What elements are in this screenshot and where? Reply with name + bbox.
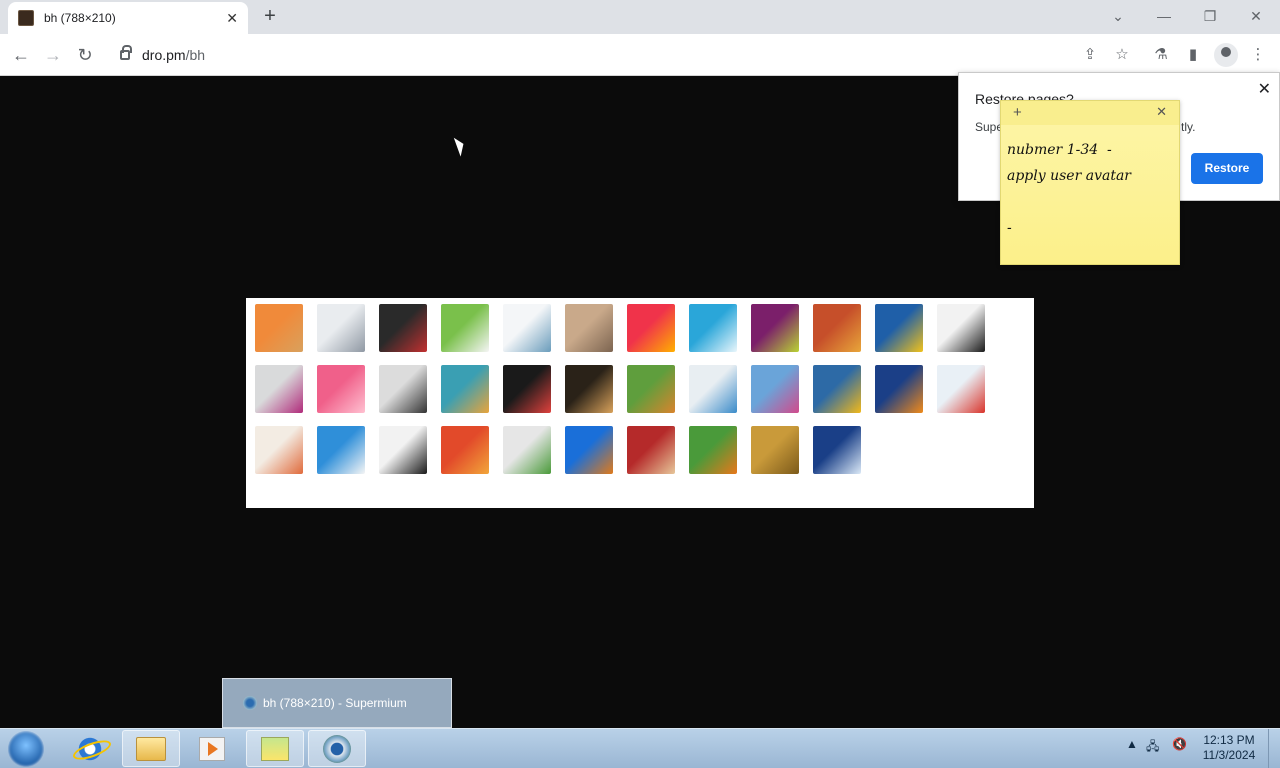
avatar-thumbnail-crayons[interactable] xyxy=(255,365,303,413)
avatar-thumbnail-lucky-cat[interactable] xyxy=(441,304,489,352)
avatar-thumbnail-dog[interactable] xyxy=(937,304,985,352)
internet-explorer-button[interactable] xyxy=(61,730,119,767)
forward-icon[interactable]: → xyxy=(41,43,65,67)
avatar-thumbnail-sunflower[interactable] xyxy=(813,365,861,413)
avatar-thumbnail-robot[interactable] xyxy=(317,304,365,352)
screen: bh (788×210) ✕ + ⌄ — ❐ ✕ ← → ↻ dro.pm/bh… xyxy=(0,0,1280,768)
close-note-icon[interactable]: ✕ xyxy=(1156,104,1167,120)
avatar-thumbnail-kitten[interactable] xyxy=(565,304,613,352)
show-desktop-button[interactable] xyxy=(1268,729,1280,768)
taskbar-preview[interactable]: bh (788×210) - Supermium xyxy=(222,678,452,728)
avatar-thumbnail-leaf[interactable] xyxy=(875,304,923,352)
avatar-thumbnail-star[interactable] xyxy=(317,365,365,413)
browser-tab[interactable]: bh (788×210) ✕ xyxy=(8,2,248,34)
avatar-thumbnail-lantern[interactable] xyxy=(813,426,861,474)
browser-toolbar: ← → ↻ dro.pm/bh ⇪ ☆ ⚗ ▮ ⋮ xyxy=(0,34,1280,76)
close-window-icon[interactable]: ✕ xyxy=(1244,4,1268,28)
reload-icon[interactable]: ↻ xyxy=(73,43,97,67)
show-hidden-icons[interactable]: ▲ xyxy=(1126,737,1138,751)
media-player-button[interactable] xyxy=(183,730,241,767)
folder-icon xyxy=(136,736,166,761)
avatar-thumbnail-fish[interactable] xyxy=(875,365,923,413)
avatar-thumbnail-butterfly[interactable] xyxy=(689,426,737,474)
share-icon[interactable]: ⇪ xyxy=(1078,43,1102,67)
clock-time: 12:13 PM xyxy=(1203,733,1255,747)
avatar-thumbnail-sailboat[interactable] xyxy=(317,426,365,474)
volume-muted-icon[interactable]: 🔇 xyxy=(1172,737,1187,751)
file-explorer-button[interactable] xyxy=(122,730,180,767)
network-icon[interactable]: 🖧 xyxy=(1146,737,1159,758)
lock-icon xyxy=(120,45,132,60)
avatar-thumbnail-stairs[interactable] xyxy=(441,365,489,413)
avatar-thumbnail-wheel[interactable] xyxy=(689,304,737,352)
tab-close-icon[interactable]: ✕ xyxy=(226,10,238,27)
restore-window-icon[interactable]: ❐ xyxy=(1198,4,1222,28)
avatar-thumbnail-robot-toy[interactable] xyxy=(689,365,737,413)
close-icon[interactable]: ✕ xyxy=(1258,79,1271,99)
avatar-thumbnail-marbles[interactable] xyxy=(503,426,551,474)
tab-title: bh (788×210) xyxy=(44,11,116,25)
avatar-thumbnail-origami[interactable] xyxy=(503,365,551,413)
system-clock[interactable]: 12:13 PM 11/3/2024 xyxy=(1196,733,1262,763)
avatar-thumbnail-rug[interactable] xyxy=(627,426,675,474)
avatar-thumbnail-textile[interactable] xyxy=(441,426,489,474)
sticky-note-header: + ✕ xyxy=(1001,101,1179,125)
avatar-thumbnail-ball[interactable] xyxy=(751,304,799,352)
browser-icon xyxy=(323,734,351,763)
media-player-icon xyxy=(199,736,225,761)
address-bar[interactable]: dro.pm/bh xyxy=(110,40,1140,70)
avatar-thumbnail-spiral[interactable] xyxy=(751,426,799,474)
add-note-icon[interactable]: + xyxy=(1013,104,1022,121)
minimize-icon[interactable]: — xyxy=(1152,4,1176,28)
avatar-thumbnail-balloon[interactable] xyxy=(937,365,985,413)
avatar-thumbnail-window[interactable] xyxy=(565,426,613,474)
internet-explorer-icon xyxy=(76,734,104,763)
preview-title: bh (788×210) - Supermium xyxy=(263,696,407,710)
menu-icon[interactable]: ⋮ xyxy=(1246,43,1270,67)
profile-avatar[interactable] xyxy=(1214,43,1238,67)
new-tab-button[interactable]: + xyxy=(258,5,282,29)
url-text: dro.pm/bh xyxy=(142,47,206,63)
avatar-thumbnail-flower[interactable] xyxy=(627,304,675,352)
avatar-thumbnail-gyroscope[interactable] xyxy=(503,304,551,352)
tab-search-icon[interactable]: ⌄ xyxy=(1106,4,1130,28)
taskbar: ▲ 🖧 🔇 12:13 PM 11/3/2024 xyxy=(0,728,1280,768)
sticky-note-text[interactable]: nubmer 1-34 - apply user avatar - xyxy=(1007,137,1175,241)
tab-strip: bh (788×210) ✕ + ⌄ — ❐ ✕ xyxy=(0,0,1280,34)
avatar-gallery xyxy=(246,298,1034,508)
avatar-thumbnail-doll[interactable] xyxy=(255,426,303,474)
mouse-cursor xyxy=(453,135,468,157)
start-button[interactable] xyxy=(8,731,44,767)
avatar-thumbnail-starfish[interactable] xyxy=(255,304,303,352)
browser-icon xyxy=(243,696,257,710)
sticky-note[interactable]: + ✕ nubmer 1-34 - apply user avatar - xyxy=(1000,100,1180,265)
favicon-icon xyxy=(18,10,34,26)
avatar-thumbnail-guitar[interactable] xyxy=(565,365,613,413)
avatar-thumbnail-jack[interactable] xyxy=(379,365,427,413)
avatar-thumbnail-fabrics[interactable] xyxy=(813,304,861,352)
bookmark-star-icon[interactable]: ☆ xyxy=(1110,43,1134,67)
sticky-notes-button[interactable] xyxy=(246,730,304,767)
browser-taskbar-button[interactable] xyxy=(308,730,366,767)
clock-date: 11/3/2024 xyxy=(1202,748,1256,762)
avatar-thumbnail-soccer-ball[interactable] xyxy=(379,426,427,474)
avatar-thumbnail-scarves[interactable] xyxy=(751,365,799,413)
side-panel-icon[interactable]: ▮ xyxy=(1181,43,1205,67)
back-icon[interactable]: ← xyxy=(9,43,33,67)
restore-button[interactable]: Restore xyxy=(1191,153,1263,184)
avatar-thumbnail-turntable[interactable] xyxy=(379,304,427,352)
extension-icon[interactable]: ⚗ xyxy=(1149,43,1173,67)
avatar-thumbnail-pomeranian[interactable] xyxy=(627,365,675,413)
sticky-notes-icon xyxy=(261,736,289,761)
